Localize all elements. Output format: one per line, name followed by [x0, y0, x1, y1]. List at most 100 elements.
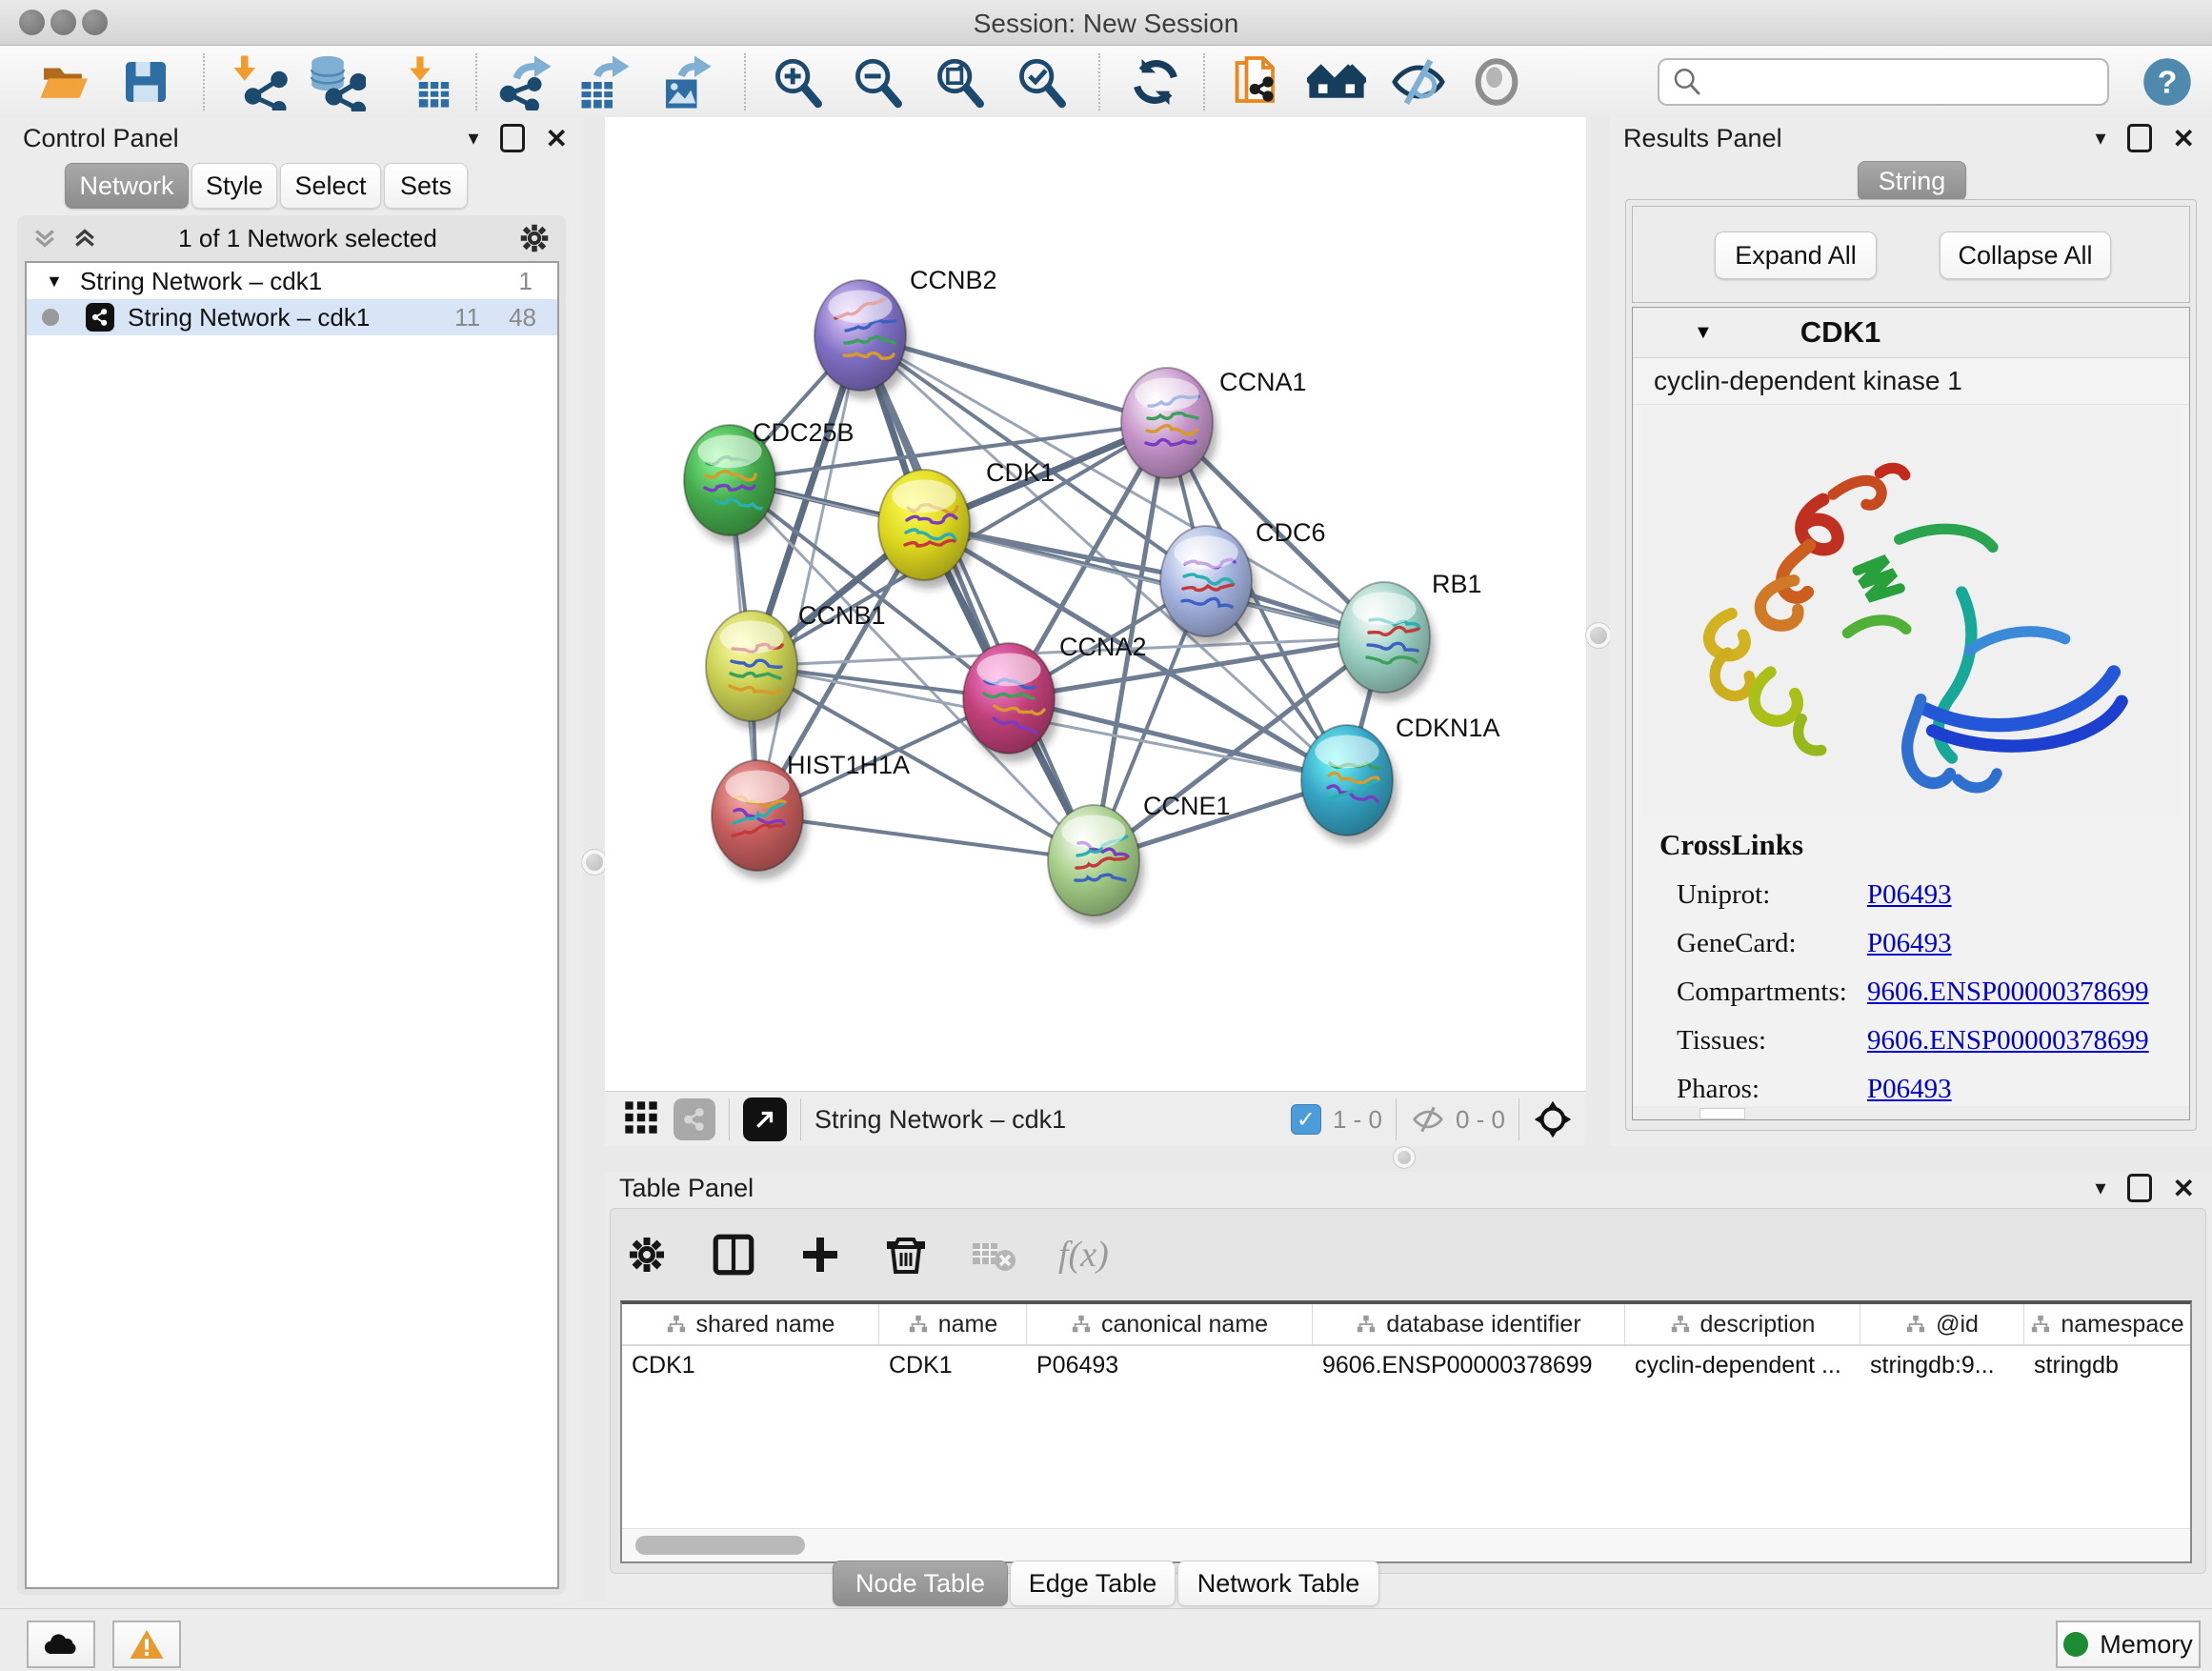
collapse-panel-icon[interactable]: ▾	[2095, 126, 2105, 151]
network-edge[interactable]	[757, 335, 860, 815]
network-node[interactable]: CCNB2	[814, 266, 997, 399]
tab-network-table[interactable]: Network Table	[1177, 1560, 1379, 1606]
export-image-button[interactable]	[655, 53, 714, 111]
add-column-icon[interactable]	[797, 1232, 843, 1278]
crosslink-genecard[interactable]: P06493	[1867, 928, 1952, 959]
horizontal-splitter-handle[interactable]	[1393, 1146, 1416, 1169]
open-session-button[interactable]	[36, 53, 95, 111]
tab-select[interactable]: Select	[280, 163, 381, 209]
zoom-selected-button[interactable]	[1012, 53, 1071, 111]
save-session-button[interactable]	[116, 53, 175, 111]
card-horizontal-scrollbar[interactable]	[1633, 1106, 2189, 1119]
export-network-button[interactable]	[495, 53, 554, 111]
hidden-eye-icon[interactable]	[1410, 1101, 1446, 1137]
toolbar-separator	[1098, 53, 1100, 111]
tab-style[interactable]: Style	[191, 163, 277, 209]
string-network-graph[interactable]: CCNB2CCNA1CDC25BCDK1CDC6RB1CCNB1CCNA2CDK…	[605, 117, 1586, 1091]
import-network-database-button[interactable]	[307, 53, 366, 111]
show-grid-button[interactable]	[622, 1098, 660, 1141]
expand-all-button[interactable]: Expand All	[1715, 232, 1877, 279]
control-panel: Control Panel ▾ ✕ Network Style Select S…	[0, 117, 583, 1601]
column-header-database-identifier[interactable]: database identifier	[1313, 1304, 1625, 1344]
right-splitter-handle[interactable]	[1585, 622, 1612, 649]
column-header-canonical-name[interactable]: canonical name	[1027, 1304, 1313, 1344]
collapse-all-button[interactable]: Collapse All	[1940, 232, 2111, 279]
table-options-gear-icon[interactable]	[624, 1232, 670, 1278]
network-options-gear-icon[interactable]	[516, 220, 553, 256]
tab-edge-table[interactable]: Edge Table	[1010, 1560, 1176, 1606]
zoom-out-button[interactable]	[848, 53, 907, 111]
table-scrollbar-thumb[interactable]	[635, 1536, 805, 1555]
tree-expander-icon[interactable]: ▼	[46, 272, 63, 292]
gene-expander-icon[interactable]: ▼	[1694, 322, 1713, 344]
zoom-selected-icon	[1014, 54, 1069, 110]
column-header-shared-name[interactable]: shared name	[622, 1304, 879, 1344]
toolbar-separator	[1203, 53, 1205, 111]
help-button[interactable]: ?	[2138, 53, 2197, 111]
string-home-button[interactable]	[1307, 53, 1366, 111]
collapse-panel-icon[interactable]: ▾	[2095, 1176, 2105, 1200]
float-panel-icon[interactable]	[500, 124, 525, 152]
column-header-id[interactable]: @id	[1860, 1304, 2024, 1344]
expand-all-networks-icon[interactable]	[70, 224, 99, 252]
network-tree-parent-row[interactable]: ▼ String Network – cdk1 1	[27, 263, 557, 299]
network-share-view-button[interactable]	[674, 1098, 715, 1140]
close-panel-icon[interactable]: ✕	[546, 123, 568, 154]
horizontal-splitter[interactable]	[600, 1146, 2212, 1172]
card-scrollbar-thumb[interactable]	[1699, 1108, 1745, 1119]
network-edge[interactable]	[860, 335, 1094, 860]
birds-eye-view-button[interactable]	[743, 1097, 787, 1141]
crosslink-uniprot[interactable]: P06493	[1867, 879, 1952, 911]
column-header-namespace[interactable]: namespace	[2024, 1304, 2190, 1344]
crosslink-tissues[interactable]: 9606.ENSP00000378699	[1867, 1025, 2149, 1057]
table-row[interactable]: CDK1 CDK1 P06493 9606.ENSP00000378699 cy…	[622, 1346, 2190, 1384]
delete-column-icon[interactable]	[883, 1232, 929, 1278]
left-splitter-handle[interactable]	[581, 849, 608, 876]
import-network-file-button[interactable]	[231, 53, 290, 111]
gene-card-header[interactable]: ▼ CDK1	[1633, 308, 2189, 358]
show-columns-icon[interactable]	[710, 1231, 757, 1278]
tab-node-table[interactable]: Node Table	[833, 1560, 1008, 1606]
right-splitter[interactable]	[1586, 117, 1610, 1146]
network-node[interactable]: CDK1	[878, 458, 1055, 589]
search-input[interactable]	[1703, 67, 2088, 98]
crosslink-compartments[interactable]: 9606.ENSP00000378699	[1867, 976, 2149, 1008]
column-header-name[interactable]: name	[879, 1304, 1027, 1344]
delete-table-icon[interactable]	[969, 1230, 1018, 1279]
collapse-panel-icon[interactable]: ▾	[468, 126, 478, 151]
collapse-all-networks-icon[interactable]	[30, 224, 59, 252]
warnings-button[interactable]	[112, 1621, 181, 1668]
export-table-button[interactable]	[573, 53, 633, 111]
crosslink-pharos[interactable]: P06493	[1867, 1074, 1952, 1105]
cloud-status-button[interactable]	[27, 1621, 95, 1668]
tab-network[interactable]: Network	[65, 163, 189, 209]
zoom-fit-button[interactable]	[930, 53, 989, 111]
network-node[interactable]: RB1	[1338, 570, 1482, 701]
fit-selected-crosshair-icon[interactable]	[1533, 1099, 1573, 1139]
network-node[interactable]: HIST1H1A	[712, 751, 910, 879]
zoom-in-button[interactable]	[768, 53, 827, 111]
network-node[interactable]: CDKN1A	[1301, 714, 1500, 844]
network-node[interactable]: CDC6	[1160, 518, 1326, 645]
network-node[interactable]: CCNB1	[706, 601, 886, 730]
refresh-view-button[interactable]	[1126, 53, 1185, 111]
close-panel-icon[interactable]: ✕	[2173, 1173, 2195, 1204]
network-view-canvas[interactable]: CCNB2CCNA1CDC25BCDK1CDC6RB1CCNB1CCNA2CDK…	[605, 117, 1586, 1091]
selected-nodes-checkbox[interactable]: ✓	[1291, 1104, 1321, 1135]
string-eye-button[interactable]	[1467, 53, 1526, 111]
network-tree-child-row[interactable]: String Network – cdk1 11 48	[27, 299, 557, 335]
string-import-button[interactable]	[1229, 53, 1288, 111]
table-horizontal-scrollbar[interactable]	[622, 1528, 2190, 1561]
column-header-description[interactable]: description	[1625, 1304, 1860, 1344]
float-panel-icon[interactable]	[2127, 1174, 2152, 1202]
import-table-button[interactable]	[396, 53, 455, 111]
float-panel-icon[interactable]	[2127, 124, 2152, 152]
tab-sets[interactable]: Sets	[384, 163, 468, 209]
tab-string[interactable]: String	[1858, 161, 1966, 201]
memory-button[interactable]: Memory	[2056, 1621, 2201, 1668]
close-panel-icon[interactable]: ✕	[2173, 123, 2195, 154]
network-node[interactable]: CCNE1	[1048, 792, 1231, 924]
string-hide-button[interactable]	[1389, 53, 1448, 111]
left-splitter[interactable]	[583, 117, 605, 1601]
function-builder-icon[interactable]: f(x)	[1058, 1234, 1109, 1276]
